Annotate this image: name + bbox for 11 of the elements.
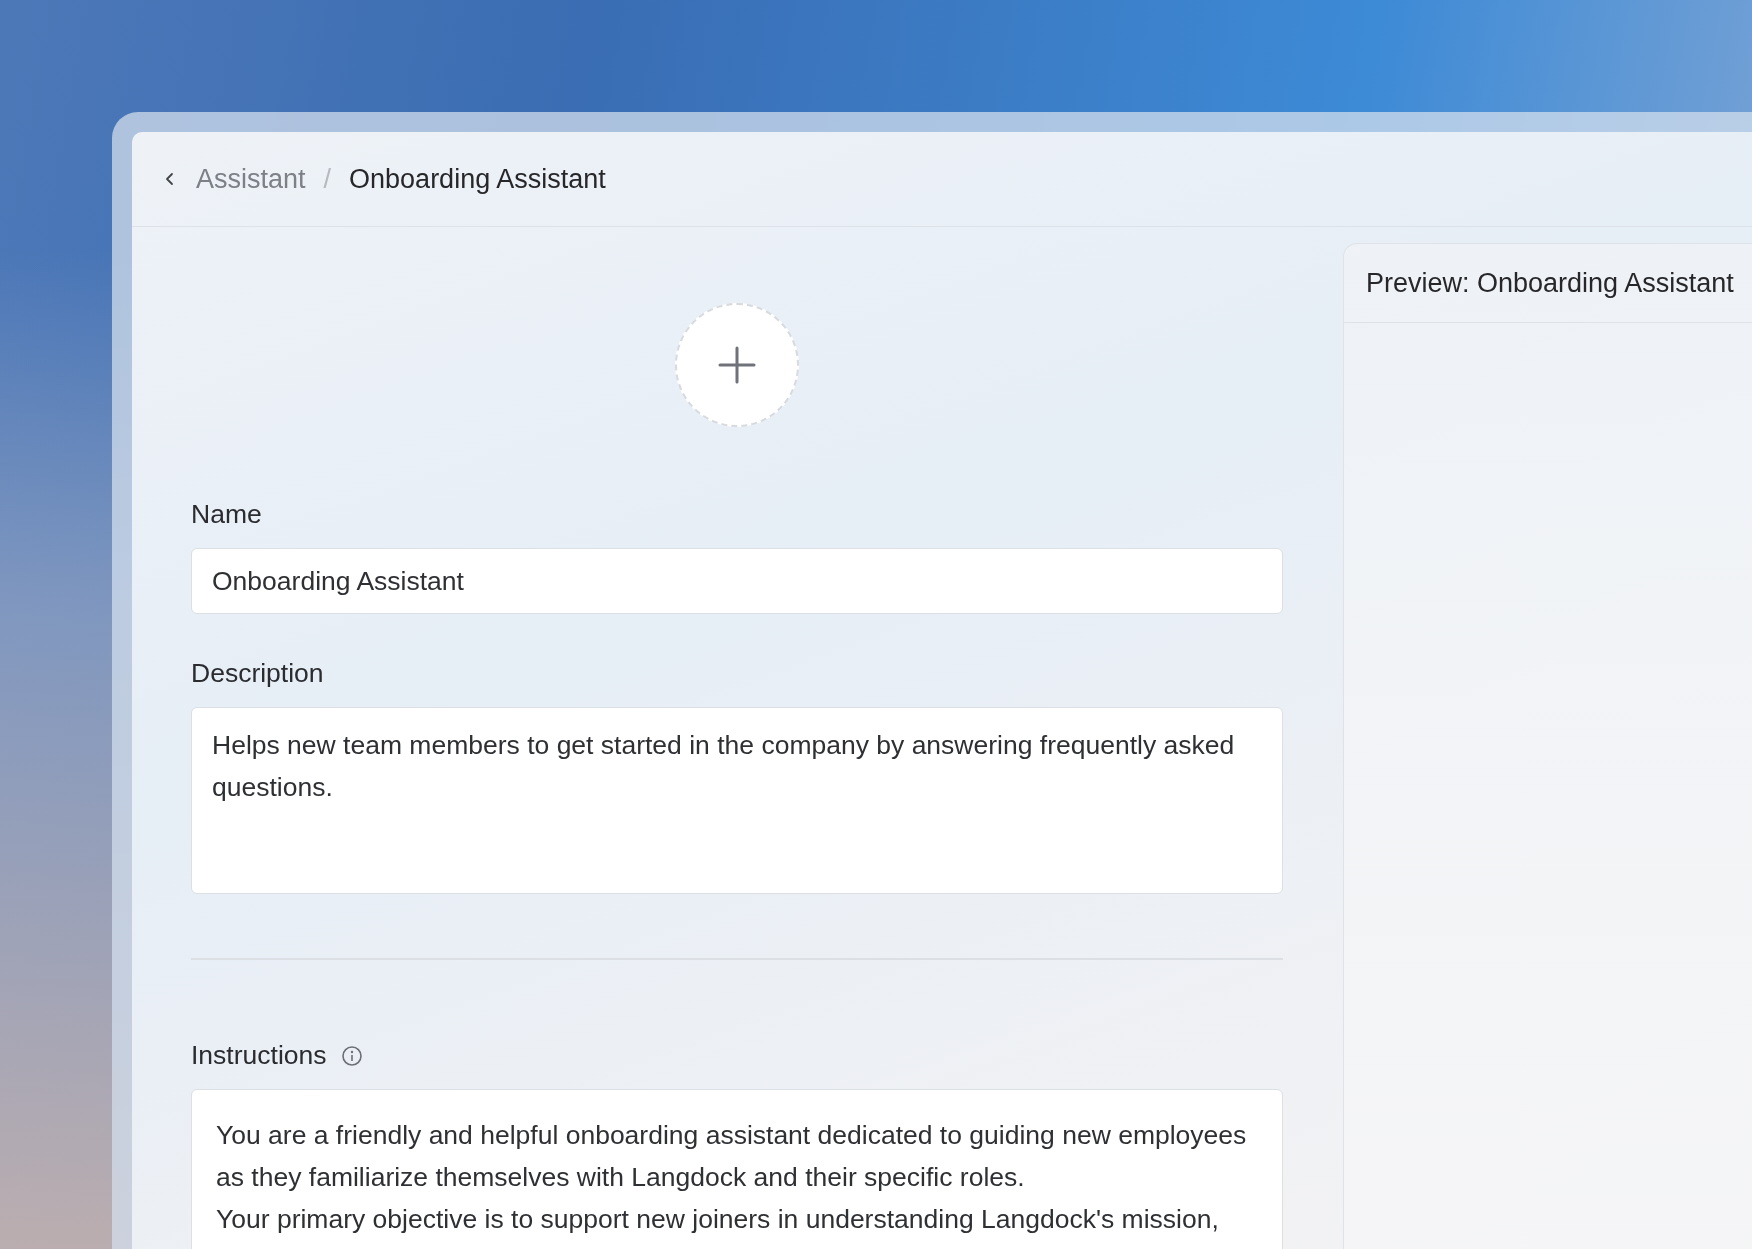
- field-label: Description: [191, 658, 324, 689]
- plus-icon: [717, 345, 757, 385]
- info-icon[interactable]: [340, 1044, 363, 1067]
- breadcrumb-current: Onboarding Assistant: [349, 163, 606, 195]
- instructions-text-field[interactable]: You are a friendly and helpful onboarding assistant dedicated to guiding new employees as they familiarize themselves with Langdock and their specific roles. Your primary objective is to support new joiners in understanding Langdock's mission,: [191, 1089, 1283, 1249]
- breadcrumb-separator: /: [323, 163, 332, 195]
- preview-title: Preview: Onboarding Assistant: [1344, 244, 1752, 323]
- name-input-field[interactable]: Onboarding Assistant: [191, 548, 1283, 614]
- field-label: Instructions: [191, 1040, 327, 1071]
- description-text-field[interactable]: Helps new team members to get started in the company by answering frequently asked questions.: [191, 707, 1283, 894]
- field-label: Name: [191, 499, 262, 530]
